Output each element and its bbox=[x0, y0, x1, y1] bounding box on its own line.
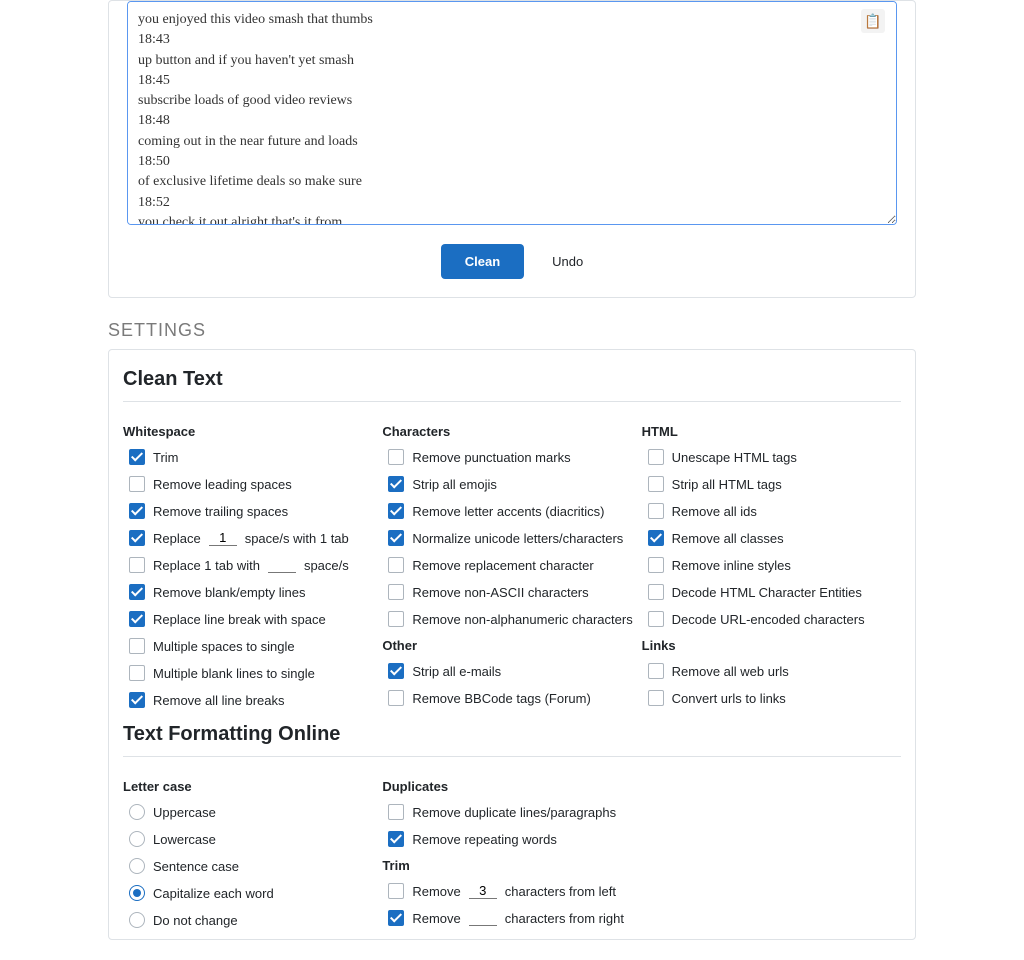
group-characters: Characters bbox=[382, 424, 641, 439]
lbl-bbcode[interactable]: Remove BBCode tags (Forum) bbox=[412, 691, 590, 706]
lbl-nochange[interactable]: Do not change bbox=[153, 913, 238, 928]
cb-bbcode[interactable] bbox=[388, 690, 404, 706]
lbl-punct[interactable]: Remove punctuation marks bbox=[412, 450, 570, 465]
input-trim-right[interactable] bbox=[469, 910, 497, 926]
lbl-unicode[interactable]: Normalize unicode letters/characters bbox=[412, 531, 623, 546]
cb-emails[interactable] bbox=[388, 663, 404, 679]
cb-dup-lines[interactable] bbox=[388, 804, 404, 820]
cb-nonalpha[interactable] bbox=[388, 611, 404, 627]
main-textarea[interactable] bbox=[127, 1, 897, 225]
cb-replace-tab[interactable] bbox=[129, 557, 145, 573]
cb-line-break-space[interactable] bbox=[129, 611, 145, 627]
section-clean-text: Clean Text bbox=[123, 368, 901, 391]
cb-urlenc[interactable] bbox=[648, 611, 664, 627]
cb-dup-words[interactable] bbox=[388, 831, 404, 847]
lbl-ids[interactable]: Remove all ids bbox=[672, 504, 757, 519]
radio-nochange[interactable] bbox=[129, 912, 145, 928]
cb-replace-spaces[interactable] bbox=[129, 530, 145, 546]
group-html: HTML bbox=[642, 424, 901, 439]
cb-punct[interactable] bbox=[388, 449, 404, 465]
lbl-blank-lines[interactable]: Remove blank/empty lines bbox=[153, 585, 305, 600]
lbl-uppercase[interactable]: Uppercase bbox=[153, 805, 216, 820]
input-trim-left[interactable] bbox=[469, 883, 497, 899]
group-links: Links bbox=[642, 638, 901, 653]
radio-lowercase[interactable] bbox=[129, 831, 145, 847]
undo-button[interactable]: Undo bbox=[552, 254, 583, 269]
lbl-unescape[interactable]: Unescape HTML tags bbox=[672, 450, 797, 465]
lbl-capitalize[interactable]: Capitalize each word bbox=[153, 886, 274, 901]
lbl-dup-words[interactable]: Remove repeating words bbox=[412, 832, 557, 847]
lbl-line-break-space[interactable]: Replace line break with space bbox=[153, 612, 326, 627]
radio-sentence[interactable] bbox=[129, 858, 145, 874]
lbl-accents[interactable]: Remove letter accents (diacritics) bbox=[412, 504, 604, 519]
clean-button[interactable]: Clean bbox=[441, 244, 524, 279]
lbl-sentence[interactable]: Sentence case bbox=[153, 859, 239, 874]
cb-multi-blank[interactable] bbox=[129, 665, 145, 681]
cb-classes[interactable] bbox=[648, 530, 664, 546]
lbl-inline[interactable]: Remove inline styles bbox=[672, 558, 791, 573]
cb-nonascii[interactable] bbox=[388, 584, 404, 600]
lbl-trim[interactable]: Trim bbox=[153, 450, 179, 465]
cb-all-breaks[interactable] bbox=[129, 692, 145, 708]
cb-leading[interactable] bbox=[129, 476, 145, 492]
group-other: Other bbox=[382, 638, 641, 653]
lbl-entities[interactable]: Decode HTML Character Entities bbox=[672, 585, 862, 600]
lbl-nonalpha[interactable]: Remove non-alphanumeric characters bbox=[412, 612, 632, 627]
lbl-classes[interactable]: Remove all classes bbox=[672, 531, 784, 546]
cb-multi-spaces[interactable] bbox=[129, 638, 145, 654]
cb-inline[interactable] bbox=[648, 557, 664, 573]
input-replace-spaces-count[interactable] bbox=[209, 530, 237, 546]
lbl-convert-urls[interactable]: Convert urls to links bbox=[672, 691, 786, 706]
cb-trim-left[interactable] bbox=[388, 883, 404, 899]
cb-entities[interactable] bbox=[648, 584, 664, 600]
cb-convert-urls[interactable] bbox=[648, 690, 664, 706]
cb-unescape[interactable] bbox=[648, 449, 664, 465]
lbl-multi-blank[interactable]: Multiple blank lines to single bbox=[153, 666, 315, 681]
section-text-formatting: Text Formatting Online bbox=[123, 723, 901, 746]
lbl-remove-urls[interactable]: Remove all web urls bbox=[672, 664, 789, 679]
cb-trailing[interactable] bbox=[129, 503, 145, 519]
settings-heading: SETTINGS bbox=[108, 320, 1024, 341]
lbl-multi-spaces[interactable]: Multiple spaces to single bbox=[153, 639, 295, 654]
group-trim: Trim bbox=[382, 858, 641, 873]
radio-capitalize[interactable] bbox=[129, 885, 145, 901]
lbl-urlenc[interactable]: Decode URL-encoded characters bbox=[672, 612, 865, 627]
group-whitespace: Whitespace bbox=[123, 424, 382, 439]
cb-emoji[interactable] bbox=[388, 476, 404, 492]
input-card: 📋 Clean Undo bbox=[108, 0, 916, 298]
settings-card: Clean Text Whitespace Trim Remove leadin… bbox=[108, 349, 916, 940]
lbl-replacement[interactable]: Remove replacement character bbox=[412, 558, 593, 573]
lbl-leading[interactable]: Remove leading spaces bbox=[153, 477, 292, 492]
cb-blank-lines[interactable] bbox=[129, 584, 145, 600]
cb-ids[interactable] bbox=[648, 503, 664, 519]
input-replace-tab-count[interactable] bbox=[268, 557, 296, 573]
group-duplicates: Duplicates bbox=[382, 779, 641, 794]
cb-strip-html[interactable] bbox=[648, 476, 664, 492]
lbl-all-breaks[interactable]: Remove all line breaks bbox=[153, 693, 285, 708]
lbl-emails[interactable]: Strip all e-mails bbox=[412, 664, 501, 679]
lbl-trailing[interactable]: Remove trailing spaces bbox=[153, 504, 288, 519]
cb-unicode[interactable] bbox=[388, 530, 404, 546]
cb-trim-right[interactable] bbox=[388, 910, 404, 926]
cb-remove-urls[interactable] bbox=[648, 663, 664, 679]
lbl-nonascii[interactable]: Remove non-ASCII characters bbox=[412, 585, 588, 600]
lbl-dup-lines[interactable]: Remove duplicate lines/paragraphs bbox=[412, 805, 616, 820]
radio-uppercase[interactable] bbox=[129, 804, 145, 820]
cb-accents[interactable] bbox=[388, 503, 404, 519]
lbl-lowercase[interactable]: Lowercase bbox=[153, 832, 216, 847]
group-letter-case: Letter case bbox=[123, 779, 382, 794]
lbl-strip-html[interactable]: Strip all HTML tags bbox=[672, 477, 782, 492]
cb-trim[interactable] bbox=[129, 449, 145, 465]
lbl-emoji[interactable]: Strip all emojis bbox=[412, 477, 497, 492]
paste-icon[interactable]: 📋 bbox=[861, 9, 885, 33]
cb-replacement[interactable] bbox=[388, 557, 404, 573]
